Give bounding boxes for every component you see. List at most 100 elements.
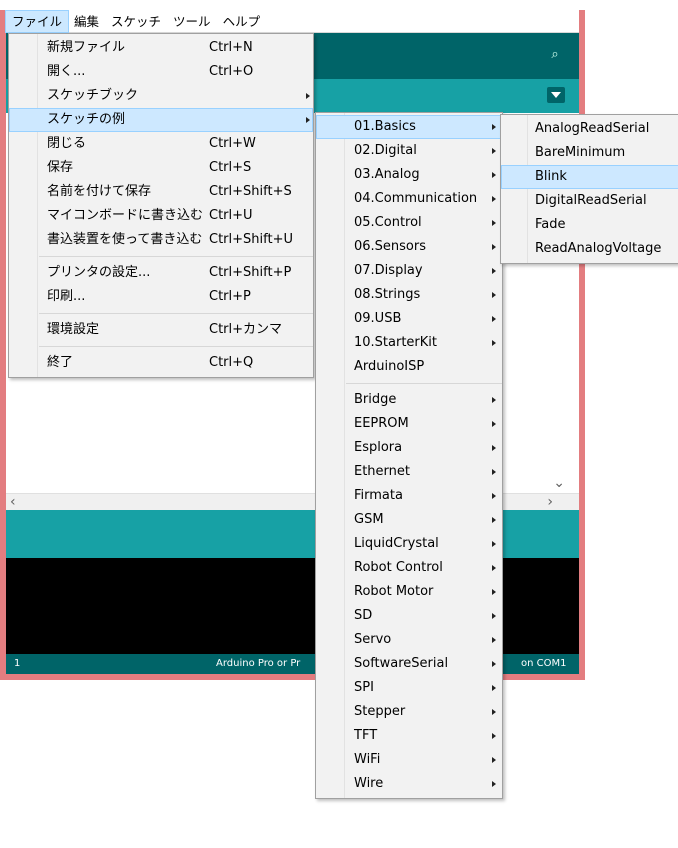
examples-menu-item-label: Wire [354,776,384,791]
file-menu-item-shortcut: Ctrl+N [209,40,253,55]
file-menu-item-label: 開く... [47,64,86,79]
examples-submenu: 01.Basics 02.Digital 03.Analog 04.Communica… [315,112,503,799]
file-menu-item[interactable]: 閉じる Ctrl+W [9,132,313,156]
file-menu-item-label: 環境設定 [47,322,100,337]
file-menu-item[interactable]: 環境設定 Ctrl+カンマ [9,318,313,342]
examples-menu-item[interactable]: Servo [316,628,502,652]
basics-menu-item[interactable]: Fade [501,213,678,237]
examples-menu-item[interactable]: 05.Control [316,211,502,235]
examples-menu-item-label: ArduinoISP [354,359,425,374]
examples-menu-item[interactable]: 08.Strings [316,283,502,307]
examples-menu-item[interactable]: GSM [316,508,502,532]
examples-menu-item[interactable]: 03.Analog [316,163,502,187]
submenu-arrow-icon [492,757,496,763]
examples-menu-item-label: 09.USB [354,311,402,326]
menu-edit[interactable]: 編集 [68,11,105,32]
basics-menu-item[interactable]: Blink [501,165,678,189]
examples-menu-item[interactable]: LiquidCrystal [316,532,502,556]
examples-menu-item[interactable]: 07.Display [316,259,502,283]
examples-menu-item-label: EEPROM [354,416,409,431]
examples-menu-item[interactable]: ArduinoISP [316,355,502,379]
basics-menu-item-label: Blink [535,169,567,184]
examples-menu-item-label: GSM [354,512,384,527]
tab-menu-dropdown-icon[interactable] [547,87,565,103]
scroll-down-icon[interactable]: ⌄ [553,475,565,491]
submenu-arrow-icon [492,244,496,250]
examples-menu-item[interactable]: 09.USB [316,307,502,331]
basics-menu-item[interactable]: ReadAnalogVoltage [501,237,678,261]
examples-menu-item[interactable]: SPI [316,676,502,700]
file-menu-item[interactable]: 終了 Ctrl+Q [9,351,313,375]
submenu-arrow-icon [492,172,496,178]
examples-menu-item[interactable]: Robot Control [316,556,502,580]
examples-menu-item[interactable]: Ethernet [316,460,502,484]
menu-tools[interactable]: ツール [167,11,217,32]
examples-menu-item[interactable]: Esplora [316,436,502,460]
examples-menu-item[interactable]: SoftwareSerial [316,652,502,676]
file-menu-item-label: 名前を付けて保存 [47,184,152,199]
menu-sketch[interactable]: スケッチ [105,11,167,32]
examples-menu-item-label: 06.Sensors [354,239,427,254]
file-menu-item[interactable]: 印刷... Ctrl+P [9,285,313,309]
menu-separator [346,383,502,384]
file-menu-item[interactable]: 名前を付けて保存 Ctrl+Shift+S [9,180,313,204]
examples-menu-item[interactable]: Stepper [316,700,502,724]
file-menu-item-shortcut: Ctrl+S [209,160,252,175]
examples-menu-item[interactable]: Firmata [316,484,502,508]
examples-menu-item[interactable]: 06.Sensors [316,235,502,259]
examples-menu-item-label: 02.Digital [354,143,417,158]
board-info: Arduino Pro or Pr [216,658,301,669]
examples-menu-item-label: Firmata [354,488,403,503]
scroll-right-icon[interactable]: › [547,494,553,511]
file-menu-item[interactable]: 新規ファイル Ctrl+N [9,36,313,60]
examples-menu-item[interactable]: 01.Basics [316,115,502,139]
menu-separator [39,256,313,257]
examples-menu-item[interactable]: 10.StarterKit [316,331,502,355]
basics-menu-item[interactable]: BareMinimum [501,141,678,165]
submenu-arrow-icon [492,661,496,667]
menu-file[interactable]: ファイル [4,9,70,33]
submenu-arrow-icon [492,637,496,643]
submenu-arrow-icon [492,445,496,451]
file-menu-item[interactable]: 書込装置を使って書き込む Ctrl+Shift+U [9,228,313,252]
examples-menu-item-label: Stepper [354,704,406,719]
examples-menu-item[interactable]: WiFi [316,748,502,772]
basics-menu-item[interactable]: DigitalReadSerial [501,189,678,213]
scroll-left-icon[interactable]: ‹ [10,494,16,511]
examples-menu-item[interactable]: SD [316,604,502,628]
submenu-arrow-icon [492,268,496,274]
submenu-arrow-icon [492,589,496,595]
submenu-arrow-icon [492,220,496,226]
examples-menu-item-label: 01.Basics [354,119,416,134]
examples-menu-item[interactable]: EEPROM [316,412,502,436]
file-menu-item-shortcut: Ctrl+Q [209,355,254,370]
examples-menu-item[interactable]: Robot Motor [316,580,502,604]
menu-help[interactable]: ヘルプ [217,11,267,32]
basics-menu-item[interactable]: AnalogReadSerial [501,117,678,141]
file-menu-item[interactable]: マイコンボードに書き込む Ctrl+U [9,204,313,228]
submenu-arrow-icon [492,613,496,619]
examples-menu-item-label: Robot Motor [354,584,434,599]
examples-menu-item-label: 04.Communication [354,191,478,206]
serial-monitor-icon[interactable]: ⌕ [545,45,565,65]
examples-menu-item[interactable]: Wire [316,772,502,796]
examples-menu-item[interactable]: TFT [316,724,502,748]
submenu-arrow-icon [492,124,496,130]
examples-menu-item[interactable]: 04.Communication [316,187,502,211]
examples-menu-item[interactable]: 02.Digital [316,139,502,163]
file-menu-item-shortcut: Ctrl+Shift+U [209,232,293,247]
file-menu-item[interactable]: スケッチブック [9,84,313,108]
file-menu-item-shortcut: Ctrl+Shift+P [209,265,292,280]
basics-menu-item-label: BareMinimum [535,145,626,160]
submenu-arrow-icon [492,421,496,427]
examples-menu-item-label: WiFi [354,752,381,767]
file-menu-item[interactable]: スケッチの例 [9,108,313,132]
file-menu-item-label: プリンタの設定... [47,265,151,280]
file-menu-item-label: 新規ファイル [47,40,126,55]
file-menu-item[interactable]: 保存 Ctrl+S [9,156,313,180]
examples-menu-item[interactable]: Bridge [316,388,502,412]
file-menu-item[interactable]: プリンタの設定... Ctrl+Shift+P [9,261,313,285]
file-menu-item[interactable]: 開く... Ctrl+O [9,60,313,84]
submenu-arrow-icon [492,685,496,691]
examples-menu-item-label: SoftwareSerial [354,656,449,671]
